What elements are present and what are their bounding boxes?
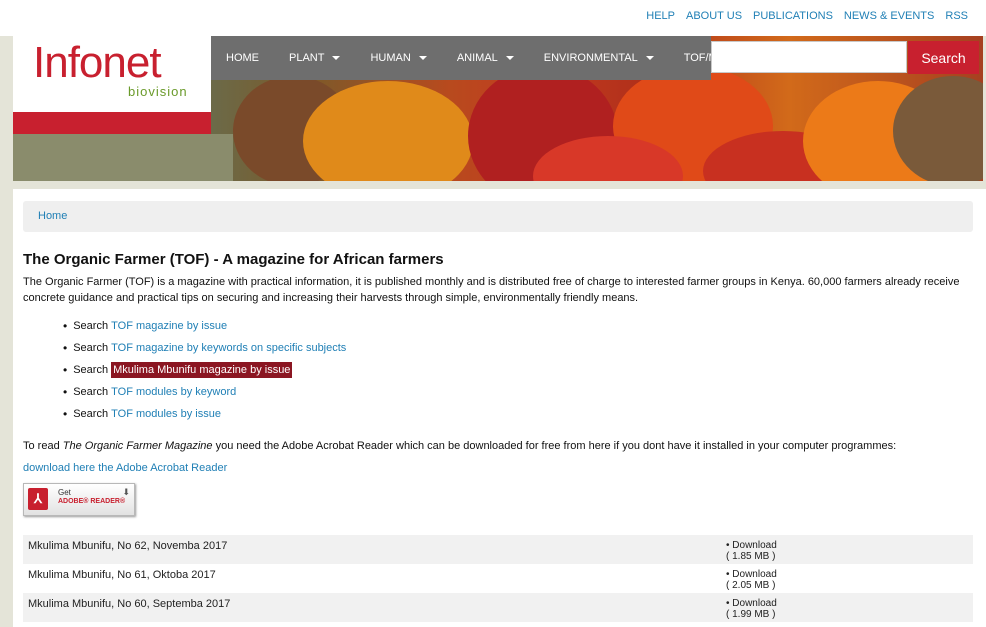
mkulima-by-issue-link[interactable]: Mkulima Mbunifu magazine by issue <box>111 362 293 378</box>
nav-environmental-label: ENVIRONMENTAL <box>543 52 638 64</box>
top-links: HELP ABOUT US PUBLICATIONS NEWS & EVENTS… <box>646 10 968 22</box>
download-arrow-icon: ⬇ <box>122 487 130 497</box>
search-button[interactable]: Search <box>908 41 979 74</box>
chevron-down-icon <box>332 56 341 60</box>
top-bar: HELP ABOUT US PUBLICATIONS NEWS & EVENTS… <box>0 0 986 36</box>
file-size: ( 1.99 MB ) <box>726 609 776 620</box>
tof-by-keyword-link[interactable]: TOF magazine by keywords on specific sub… <box>111 342 346 354</box>
chevron-down-icon <box>505 56 514 60</box>
get-adobe-reader-button[interactable]: ⅄ Get ADOBE® READER® ⬇ <box>23 483 135 516</box>
list-item: Search Mkulima Mbunifu magazine by issue <box>63 359 346 381</box>
read-magazine-name: The Organic Farmer Magazine <box>62 440 213 452</box>
nav-human[interactable]: HUMAN <box>355 52 441 64</box>
table-row: Mkulima Mbunifu, No 62, Novemba 2017 • D… <box>23 535 973 564</box>
chevron-down-icon <box>645 56 654 60</box>
download-link[interactable]: Download <box>732 569 776 580</box>
breadcrumb: Home <box>23 201 973 232</box>
breadcrumb-home[interactable]: Home <box>38 210 67 222</box>
acrobat-instructions: To read The Organic Farmer Magazine you … <box>23 440 896 452</box>
issue-name: Mkulima Mbunifu, No 60, Septemba 2017 <box>28 598 231 610</box>
tof-by-issue-link[interactable]: TOF magazine by issue <box>111 320 227 332</box>
file-size: ( 2.05 MB ) <box>726 580 776 591</box>
read-prefix: To read <box>23 440 63 452</box>
download-link[interactable]: Download <box>732 598 776 609</box>
nav-plant[interactable]: PLANT <box>274 52 355 64</box>
nav-home[interactable]: HOME <box>211 52 274 64</box>
main-content: Home The Organic Farmer (TOF) - A magazi… <box>13 189 986 627</box>
main-nav: HOME PLANT HUMAN ANIMAL ENVIRONMENTAL TO… <box>211 36 734 80</box>
search-options-list: Search TOF magazine by issue Search TOF … <box>63 315 346 425</box>
read-suffix: you need the Adobe Acrobat Reader which … <box>212 440 897 452</box>
issue-name: Mkulima Mbunifu, No 62, Novemba 2017 <box>28 540 228 552</box>
issue-download[interactable]: • Download( 1.99 MB ) <box>726 598 777 620</box>
list-item: Search TOF magazine by keywords on speci… <box>63 337 346 359</box>
nav-environmental[interactable]: ENVIRONMENTAL <box>529 52 669 64</box>
table-row: Mkulima Mbunifu, No 60, Septemba 2017 • … <box>23 593 973 622</box>
list-item: Search TOF modules by issue <box>63 403 346 425</box>
adobe-pdf-icon: ⅄ <box>28 488 48 510</box>
file-size: ( 1.85 MB ) <box>726 551 776 562</box>
nav-animal-label: ANIMAL <box>456 52 498 64</box>
news-events-link[interactable]: NEWS & EVENTS <box>844 10 934 22</box>
page-title: The Organic Farmer (TOF) - A magazine fo… <box>23 251 444 268</box>
nav-plant-label: PLANT <box>289 52 325 64</box>
download-acrobat-link[interactable]: download here the Adobe Acrobat Reader <box>23 462 227 474</box>
nav-human-label: HUMAN <box>370 52 411 64</box>
search-prefix: Search <box>73 342 109 354</box>
nav-home-label: HOME <box>226 52 259 64</box>
list-item: Search TOF modules by keyword <box>63 381 346 403</box>
list-item: Search TOF magazine by issue <box>63 315 346 337</box>
logo-wordmark: Infonet <box>33 38 162 87</box>
issue-download[interactable]: • Download( 1.85 MB ) <box>726 540 777 562</box>
issue-download[interactable]: • Download( 2.05 MB ) <box>726 569 777 591</box>
search-prefix: Search <box>73 364 109 376</box>
download-link[interactable]: Download <box>732 540 776 551</box>
logo-red-bar <box>13 112 211 134</box>
about-us-link[interactable]: ABOUT US <box>686 10 742 22</box>
tof-modules-by-keyword-link[interactable]: TOF modules by keyword <box>111 386 236 398</box>
rss-link[interactable]: RSS <box>945 10 968 22</box>
intro-text: The Organic Farmer (TOF) is a magazine w… <box>23 276 960 304</box>
help-link[interactable]: HELP <box>646 10 675 22</box>
issue-name: Mkulima Mbunifu, No 61, Oktoba 2017 <box>28 569 216 581</box>
search-prefix: Search <box>73 386 109 398</box>
adobe-get-text: Get <box>58 488 71 497</box>
header: Infonet biovision HOME PLANT HUMAN ANIMA… <box>13 36 983 181</box>
search-input[interactable] <box>711 41 907 73</box>
nav-animal[interactable]: ANIMAL <box>442 52 529 64</box>
adobe-reader-text: ADOBE® READER® <box>58 498 126 505</box>
issues-table: Mkulima Mbunifu, No 62, Novemba 2017 • D… <box>23 535 973 622</box>
search-prefix: Search <box>73 408 109 420</box>
search-prefix: Search <box>73 320 109 332</box>
logo[interactable]: Infonet biovision <box>13 36 211 134</box>
chevron-down-icon <box>418 56 427 60</box>
publications-link[interactable]: PUBLICATIONS <box>753 10 833 22</box>
table-row: Mkulima Mbunifu, No 61, Oktoba 2017 • Do… <box>23 564 973 593</box>
tof-modules-by-issue-link[interactable]: TOF modules by issue <box>111 408 221 420</box>
banner-leaves <box>13 134 233 181</box>
logo-subtitle: biovision <box>128 84 188 99</box>
